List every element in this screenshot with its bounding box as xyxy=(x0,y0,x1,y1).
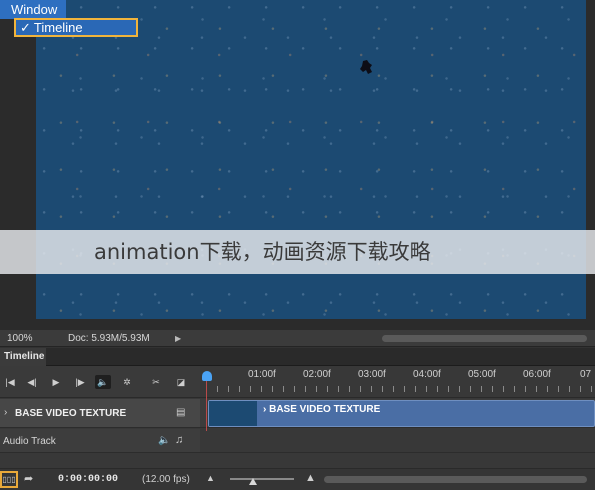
canvas-horizontal-scrollbar[interactable] xyxy=(382,335,587,342)
playhead-handle[interactable] xyxy=(202,371,212,381)
doc-size-info: Doc: 5.93M/5.93M xyxy=(68,333,150,344)
ruler-label: 03:00f xyxy=(358,369,386,380)
canvas-bottom-gutter xyxy=(36,319,586,330)
video-track-label: BASE VIDEO TEXTURE xyxy=(15,408,127,419)
canvas-speck xyxy=(360,60,372,74)
canvas-right-gutter xyxy=(586,0,595,330)
timeline-zoom-slider[interactable] xyxy=(230,478,294,480)
frame-rate: (12.00 fps) xyxy=(142,474,190,485)
current-timecode: 0:00:00:00 xyxy=(58,474,119,485)
menu-item-label: Timeline xyxy=(33,20,83,35)
checkmark-icon: ✓ xyxy=(20,20,31,35)
settings-gear-icon[interactable]: ✲ xyxy=(119,375,135,389)
menu-item-timeline[interactable]: ✓ Timeline xyxy=(14,18,138,37)
clip-label: › BASE VIDEO TEXTURE xyxy=(263,404,381,415)
first-frame-icon[interactable]: |◀ xyxy=(2,375,18,389)
zoom-level[interactable]: 100% xyxy=(7,330,33,347)
timeline-footer: ▯▯▯ ➦ 0:00:00:00 (12.00 fps) ▲ ▲ xyxy=(0,468,595,490)
ruler-label: 02:00f xyxy=(303,369,331,380)
status-bar: 100% Doc: 5.93M/5.93M ▶ xyxy=(0,330,595,347)
audio-track-label: Audio Track xyxy=(3,436,56,447)
playhead-line xyxy=(206,381,207,431)
ruler-ticks xyxy=(206,386,595,392)
previous-frame-icon[interactable]: ◀| xyxy=(24,375,40,389)
tab-timeline[interactable]: Timeline xyxy=(0,348,46,366)
expand-chevron-icon[interactable]: › xyxy=(4,407,7,418)
transport-controls: |◀ ◀| ▶ |▶ 🔈 ✲ ✂ ◪ xyxy=(0,366,200,398)
ruler-label: 01:00f xyxy=(248,369,276,380)
frame-animation-button[interactable]: ▯▯▯ xyxy=(0,471,18,488)
split-scissors-icon[interactable]: ✂ xyxy=(148,375,164,389)
next-frame-icon[interactable]: |▶ xyxy=(72,375,88,389)
audio-note-icon[interactable]: ♫ xyxy=(175,434,183,446)
track-menu-icon[interactable]: ▤ xyxy=(176,407,185,418)
watermark-banner: animation下载，动画资源下载攻略 xyxy=(0,230,595,274)
canvas-left-gutter xyxy=(0,0,36,330)
time-ruler[interactable]: 01:00f 02:00f 03:00f 04:00f 05:00f 06:00… xyxy=(200,366,595,398)
ruler-label: 06:00f xyxy=(523,369,551,380)
play-icon[interactable]: ▶ xyxy=(48,375,64,389)
status-menu-arrow-icon[interactable]: ▶ xyxy=(175,330,181,347)
window-menu[interactable]: Window xyxy=(0,0,66,19)
audio-track-header[interactable]: Audio Track 🔈 ♫ xyxy=(0,429,200,453)
render-video-icon[interactable]: ➦ xyxy=(24,472,33,485)
zoom-in-icon[interactable]: ▲ xyxy=(305,472,316,484)
ruler-label: 07 xyxy=(580,369,592,380)
audio-speaker-icon[interactable]: 🔈 xyxy=(158,435,170,446)
video-track-header[interactable]: › BASE VIDEO TEXTURE ▤ xyxy=(0,399,200,428)
audio-mute-icon[interactable]: 🔈 xyxy=(95,375,111,389)
ruler-label: 04:00f xyxy=(413,369,441,380)
video-clip[interactable]: › BASE VIDEO TEXTURE xyxy=(208,400,595,427)
timeline-horizontal-scrollbar[interactable] xyxy=(324,476,587,483)
audio-track-lane xyxy=(200,429,595,453)
clip-thumbnail xyxy=(209,401,257,426)
ruler-label: 05:00f xyxy=(468,369,496,380)
zoom-out-icon[interactable]: ▲ xyxy=(206,473,215,483)
zoom-slider-knob[interactable] xyxy=(249,478,257,485)
video-track-lane: › BASE VIDEO TEXTURE xyxy=(200,399,595,428)
transition-icon[interactable]: ◪ xyxy=(173,375,189,389)
timeline-panel-header: Timeline xyxy=(0,348,595,366)
